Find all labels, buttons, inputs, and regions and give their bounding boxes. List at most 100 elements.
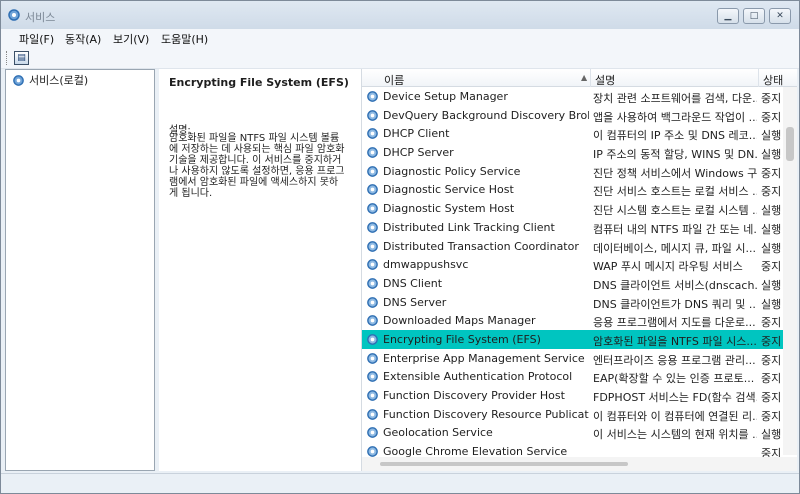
service-gear-icon bbox=[367, 278, 378, 289]
tree-item-services-local[interactable]: 서비스(로컬) bbox=[12, 72, 88, 88]
column-header-description[interactable]: 설명 bbox=[595, 72, 615, 88]
service-gear-icon bbox=[367, 352, 378, 364]
service-row[interactable]: dmwappushsvc WAP 푸시 메시지 라우팅 서비스 중지 bbox=[362, 255, 784, 274]
service-description: 엔터프라이즈 응용 프로그램 관리... bbox=[593, 353, 756, 367]
service-description: 이 서비스는 시스템의 현재 위치를 ... bbox=[593, 428, 757, 442]
service-row[interactable]: Function Discovery Provider Host FDPHOST … bbox=[362, 386, 784, 405]
service-row[interactable]: Encrypting File System (EFS) 암호화된 파일을 NTF… bbox=[362, 329, 784, 349]
service-gear-icon bbox=[367, 128, 378, 140]
description-text: 암호화된 파일을 NTFS 파일 시스템 볼륨에 저장하는 데 사용되는 핵심 … bbox=[169, 133, 345, 199]
extended-detail-pane: Encrypting File System (EFS) 설명: 암호화된 파일… bbox=[159, 69, 361, 471]
service-row[interactable]: Diagnostic System Host 진단 시스템 호스트는 로컬 시스템… bbox=[362, 199, 784, 218]
service-name: DHCP Client bbox=[383, 127, 450, 141]
service-name: Function Discovery Provider Host bbox=[383, 389, 565, 402]
service-description: 컴퓨터 내의 NTFS 파일 간 또는 네... bbox=[593, 222, 757, 236]
service-name: Device Setup Manager bbox=[383, 90, 508, 103]
column-header-name[interactable]: 이름 bbox=[384, 72, 404, 88]
service-description: 진단 서비스 호스트는 로컬 서비스 ... bbox=[593, 185, 757, 199]
menu-action[interactable]: 동작(A) bbox=[65, 31, 101, 47]
service-status: 중지 bbox=[761, 92, 782, 105]
toolbar-grip[interactable] bbox=[6, 51, 8, 65]
menu-help[interactable]: 도움말(H) bbox=[161, 31, 208, 47]
service-gear-icon bbox=[367, 296, 378, 308]
service-gear-icon bbox=[367, 390, 378, 401]
service-name: Enterprise App Management Service bbox=[383, 351, 585, 365]
service-description: DNS 클라이언트가 DNS 쿼리 및 ... bbox=[593, 297, 757, 311]
horizontal-scrollbar[interactable] bbox=[362, 457, 797, 471]
minimize-button[interactable]: ▁ bbox=[717, 8, 739, 24]
service-name: Geolocation Service bbox=[383, 426, 493, 440]
service-status: 중지 bbox=[761, 185, 782, 199]
close-button[interactable]: ✕ bbox=[769, 8, 791, 24]
service-description: DNS 클라이언트 서비스(dnscach... bbox=[593, 278, 757, 292]
service-gear-icon bbox=[367, 427, 378, 439]
console-tree-pane: 서비스(로컬) bbox=[5, 69, 155, 471]
title-bar[interactable]: 서비스 ▁ □ ✕ bbox=[1, 1, 799, 29]
service-status: 실행 bbox=[761, 297, 782, 311]
service-description: 장치 관련 소프트웨어를 검색, 다운... bbox=[593, 92, 757, 105]
maximize-button[interactable]: □ bbox=[743, 8, 765, 24]
service-description: WAP 푸시 메시지 라우팅 서비스 bbox=[593, 260, 743, 274]
service-row[interactable]: Device Setup Manager 장치 관련 소프트웨어를 검색, 다운.… bbox=[362, 87, 784, 106]
horizontal-scroll-thumb[interactable] bbox=[380, 462, 628, 466]
service-rows: Device Setup Manager 장치 관련 소프트웨어를 검색, 다운.… bbox=[362, 87, 784, 461]
menu-file[interactable]: 파일(F) bbox=[19, 31, 54, 47]
service-description: IP 주소의 동적 할당, WINS 및 DN... bbox=[593, 148, 757, 162]
console-tree-icon[interactable]: ▤ bbox=[14, 51, 29, 65]
service-row[interactable]: Extensible Authentication Protocol EAP(확장… bbox=[362, 367, 784, 386]
service-gear-icon bbox=[367, 408, 378, 420]
vertical-scrollbar[interactable] bbox=[783, 87, 797, 455]
window-title: 서비스 bbox=[25, 11, 56, 24]
service-description: 진단 시스템 호스트는 로컬 시스템 ... bbox=[593, 204, 757, 218]
service-row[interactable]: Function Discovery Resource Publication 이… bbox=[362, 405, 784, 424]
service-name: Distributed Transaction Coordinator bbox=[383, 239, 579, 253]
column-divider[interactable] bbox=[758, 69, 759, 87]
service-row[interactable]: Geolocation Service 이 서비스는 시스템의 현재 위치를 ..… bbox=[362, 423, 784, 442]
service-gear-icon bbox=[367, 240, 378, 252]
vertical-scroll-thumb[interactable] bbox=[786, 127, 794, 161]
service-gear-icon bbox=[367, 221, 378, 233]
service-row[interactable]: Diagnostic Service Host 진단 서비스 호스트는 로컬 서비… bbox=[362, 180, 784, 199]
service-row[interactable]: DNS Client DNS 클라이언트 서비스(dnscach... 실행 bbox=[362, 274, 784, 293]
service-status: 중지 bbox=[761, 110, 782, 124]
service-name: DNS Client bbox=[383, 276, 443, 290]
service-row[interactable]: Enterprise App Management Service 엔터프라이즈 … bbox=[362, 349, 784, 368]
service-row[interactable]: DHCP Client 이 컴퓨터의 IP 주소 및 DNS 레코... 실행 bbox=[362, 124, 784, 143]
service-row[interactable]: Distributed Transaction Coordinator 데이터베이… bbox=[362, 237, 784, 256]
service-status: 중지 bbox=[761, 353, 782, 367]
service-description: EAP(확장할 수 있는 인증 프로토... bbox=[593, 372, 755, 386]
service-name: Diagnostic Policy Service bbox=[383, 164, 521, 178]
service-row[interactable]: Downloaded Maps Manager 응용 프로그램에서 지도를 다운로… bbox=[362, 311, 784, 330]
services-list: 이름 ▲ 설명 상태 Device Setup Manager 장치 관련 소프트… bbox=[361, 69, 797, 471]
service-row[interactable]: DevQuery Background Discovery Broker 앱을 사… bbox=[362, 106, 784, 125]
service-gear-icon bbox=[367, 203, 378, 214]
service-row[interactable]: Distributed Link Tracking Client 컴퓨터 내의 N… bbox=[362, 218, 784, 237]
service-row[interactable]: Diagnostic Policy Service 진단 정책 서비스에서 Win… bbox=[362, 162, 784, 181]
service-status: 실행 bbox=[761, 222, 782, 236]
menu-bar: 파일(F) 동작(A) 보기(V) 도움말(H) bbox=[1, 29, 799, 47]
tree-item-label: 서비스(로컬) bbox=[29, 74, 89, 87]
services-window: 서비스 ▁ □ ✕ 파일(F) 동작(A) 보기(V) 도움말(H) ▤ 서비스… bbox=[0, 0, 800, 494]
service-name: Distributed Link Tracking Client bbox=[383, 220, 555, 234]
service-name: Downloaded Maps Manager bbox=[383, 314, 536, 328]
service-status: 실행 bbox=[761, 204, 782, 218]
service-name: Diagnostic System Host bbox=[383, 202, 515, 216]
service-row[interactable]: DNS Server DNS 클라이언트가 DNS 쿼리 및 ... 실행 bbox=[362, 293, 784, 312]
services-gear-icon bbox=[13, 74, 24, 86]
service-status: 실행 bbox=[761, 241, 782, 255]
service-description: 응용 프로그램에서 지도를 다운로... bbox=[593, 316, 756, 330]
service-status: 중지 bbox=[761, 372, 782, 386]
service-name: DHCP Server bbox=[383, 146, 454, 160]
menu-view[interactable]: 보기(V) bbox=[113, 31, 149, 47]
service-description: 이 컴퓨터의 IP 주소 및 DNS 레코... bbox=[593, 129, 757, 143]
service-gear-icon bbox=[367, 147, 378, 158]
service-name: Diagnostic Service Host bbox=[383, 183, 514, 197]
service-name: Function Discovery Resource Publication bbox=[383, 407, 589, 421]
service-status: 실행 bbox=[761, 129, 782, 143]
sort-ascending-icon: ▲ bbox=[581, 73, 588, 82]
column-header-status[interactable]: 상태 bbox=[763, 72, 783, 88]
status-bar bbox=[1, 473, 799, 493]
column-divider[interactable] bbox=[590, 69, 591, 87]
service-description: 앱을 사용하여 백그라운드 작업이 ... bbox=[593, 110, 757, 124]
service-row[interactable]: DHCP Server IP 주소의 동적 할당, WINS 및 DN... 실행 bbox=[362, 143, 784, 162]
